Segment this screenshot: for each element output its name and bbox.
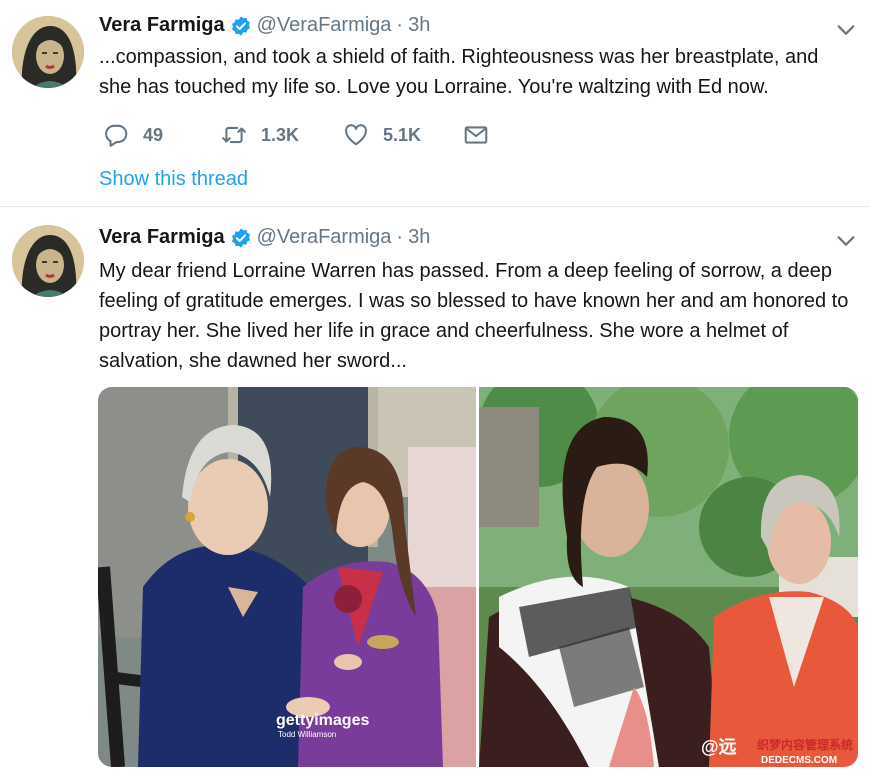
tweet-actions: 49 1.3K 5.1K (103, 122, 563, 150)
tweet-text: ...compassion, and took a shield of fait… (99, 46, 819, 98)
tweet-media[interactable]: gettyimages Todd Williamson @远 织梦内容管理系统 … (98, 387, 858, 767)
chevron-down-icon[interactable] (835, 19, 857, 41)
separator-dot: · (396, 226, 404, 248)
reply-icon (105, 124, 128, 147)
overlay-watermark: @远 (701, 737, 737, 757)
overlay-site-en: DEDECMS.COM (761, 755, 837, 766)
timestamp[interactable]: 3h (408, 14, 430, 37)
photo-outdoor[interactable]: @远 织梦内容管理系统 DEDECMS.COM (479, 387, 858, 767)
photo-watermark: gettyimages (276, 712, 369, 729)
retweet-button[interactable]: 1.3K (221, 122, 299, 148)
tweet-2[interactable]: Vera Farmiga @VeraFarmiga · 3h My dear f… (0, 207, 869, 771)
handle[interactable]: @VeraFarmiga (257, 226, 392, 249)
share-icon (464, 126, 488, 144)
separator-dot: · (396, 14, 404, 36)
share-button[interactable] (463, 122, 503, 148)
avatar-portrait (12, 225, 84, 297)
like-icon (345, 124, 367, 146)
avatar-portrait (12, 16, 84, 88)
avatar[interactable] (12, 225, 84, 297)
display-name[interactable]: Vera Farmiga (99, 226, 225, 249)
tweet-header: Vera Farmiga @VeraFarmiga · 3h (99, 14, 430, 37)
like-count: 5.1K (383, 124, 422, 145)
verified-badge-icon (231, 15, 250, 36)
timestamp[interactable]: 3h (408, 226, 430, 249)
avatar[interactable] (12, 16, 84, 88)
photo-credit: Todd Williamson (278, 730, 336, 739)
tweet-1[interactable]: Vera Farmiga @VeraFarmiga · 3h ...compas… (0, 0, 869, 207)
tweet-header: Vera Farmiga @VeraFarmiga · 3h (99, 226, 430, 249)
handle[interactable]: @VeraFarmiga (257, 14, 392, 37)
photo-event[interactable]: gettyimages Todd Williamson (98, 387, 476, 767)
overlay-site-cn: 织梦内容管理系统 (757, 737, 853, 752)
verified-badge-icon (231, 227, 250, 248)
like-button[interactable]: 5.1K (343, 122, 421, 148)
reply-count: 49 (143, 124, 164, 145)
reply-button[interactable]: 49 (103, 122, 163, 148)
tweet-text: My dear friend Lorraine Warren has passe… (99, 260, 849, 372)
chevron-down-icon[interactable] (835, 230, 857, 252)
display-name[interactable]: Vera Farmiga (99, 14, 225, 37)
show-thread-link[interactable]: Show this thread (99, 168, 248, 191)
retweet-icon (222, 126, 246, 144)
retweet-count: 1.3K (261, 124, 300, 145)
